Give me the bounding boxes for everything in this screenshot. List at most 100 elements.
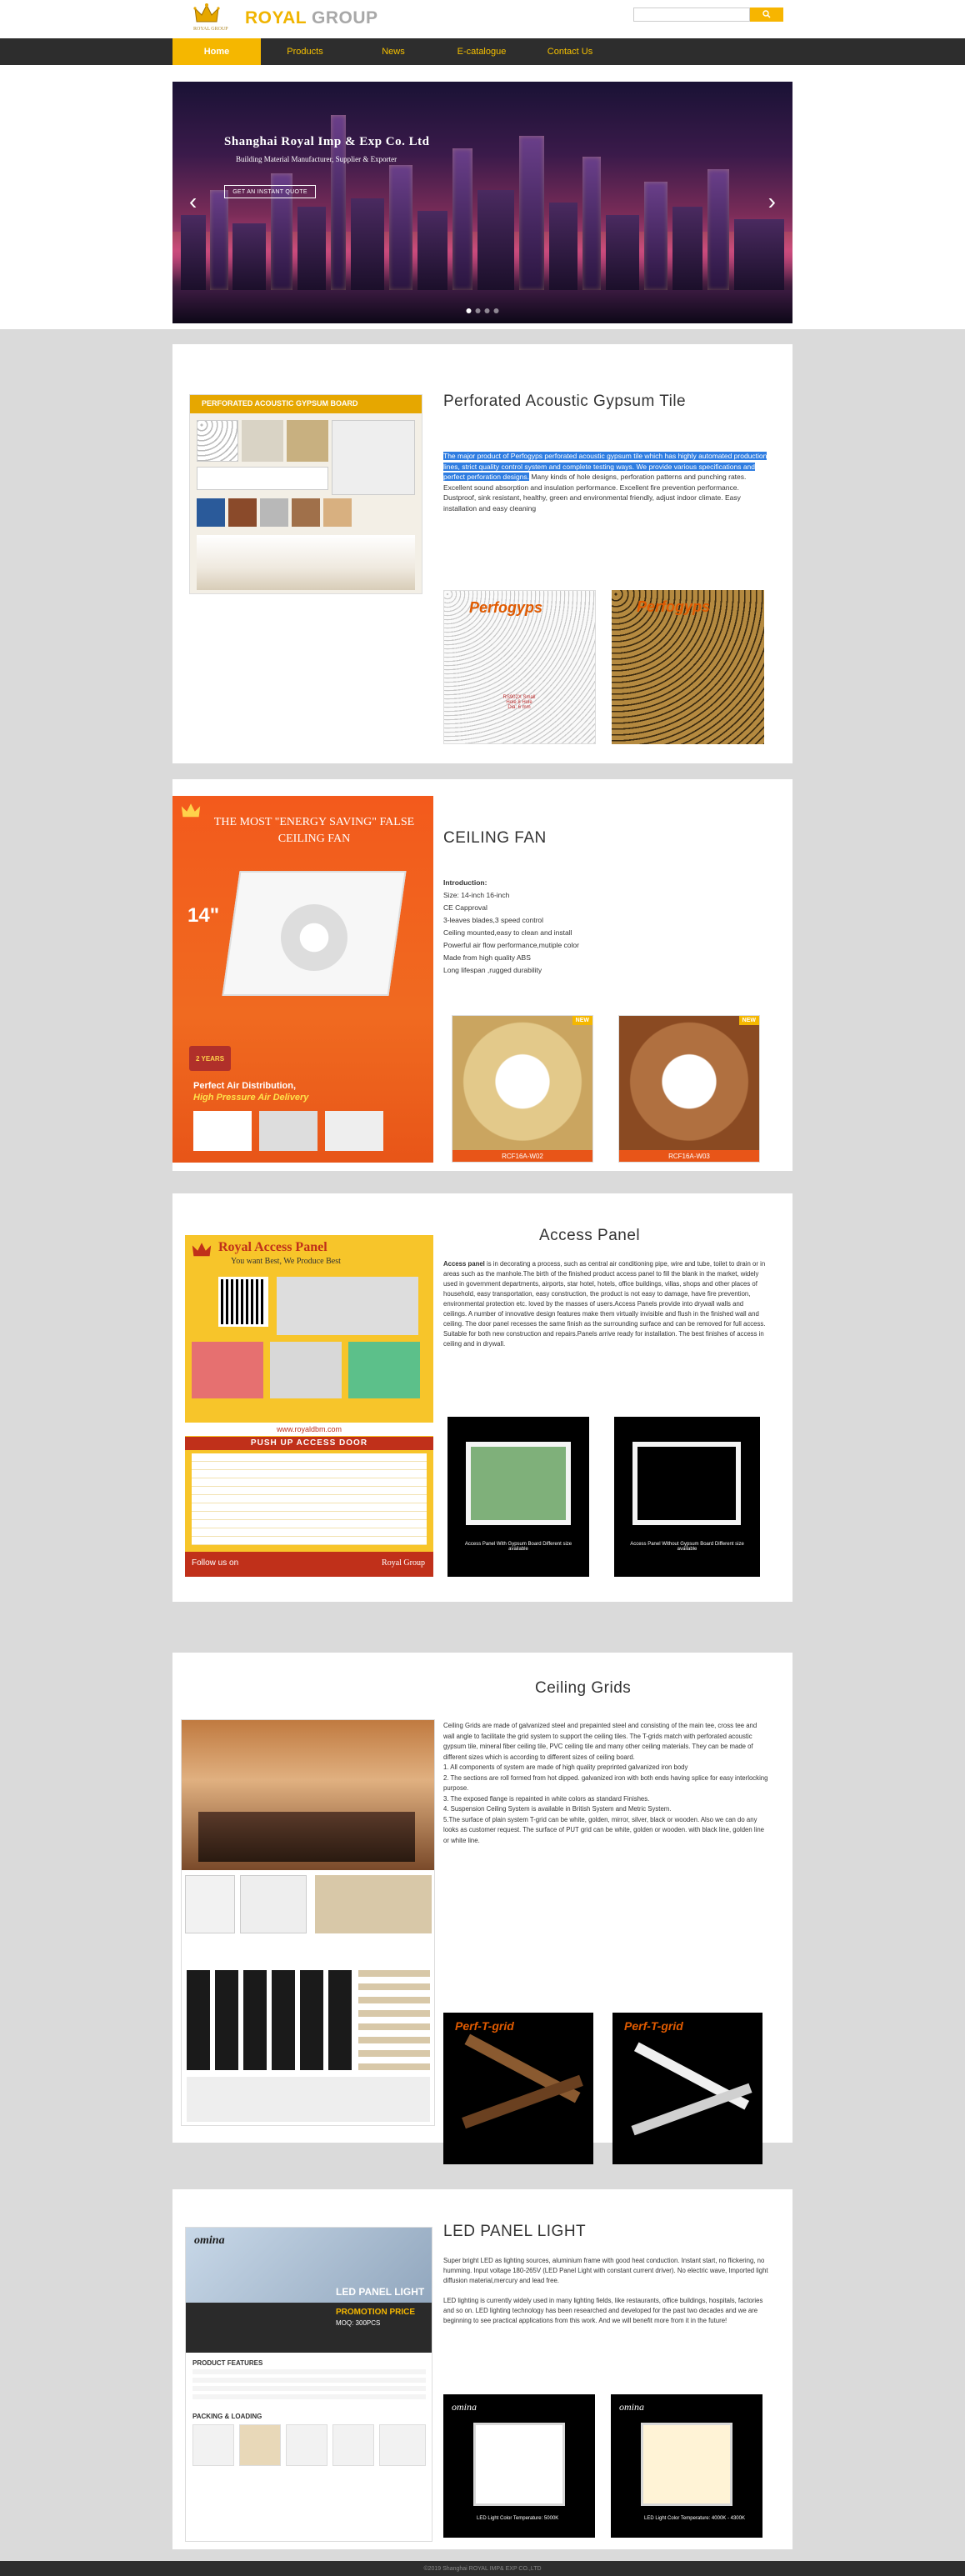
logo-wordmark: ROYAL GROUP — [245, 8, 378, 28]
new-badge: NEW — [738, 1016, 759, 1025]
fan-headline: THE MOST "ENERGY SAVING" FALSE CEILING F… — [213, 816, 415, 845]
ceiling-fan-poster-image[interactable]: THE MOST "ENERGY SAVING" FALSE CEILING F… — [172, 796, 433, 1163]
nav-products[interactable]: Products — [261, 38, 349, 65]
header: ROYAL GROUP ROYAL GROUP — [0, 0, 965, 38]
omina-logo: omina — [194, 2234, 225, 2247]
hero-banner[interactable]: Shanghai Royal Imp & Exp Co. Ltd Buildin… — [172, 82, 792, 323]
nav-e-catalogue[interactable]: E-catalogue — [438, 38, 526, 65]
skyline-building — [549, 203, 578, 290]
skyline-building — [232, 223, 266, 290]
main-nav: Home Products News E-catalogue Contact U… — [0, 38, 965, 65]
omina-logo: omina — [452, 2401, 477, 2413]
banner-title: Shanghai Royal Imp & Exp Co. Ltd — [224, 135, 430, 148]
section-access-panel: Royal Access Panel You want Best, We Pro… — [172, 1193, 792, 1602]
led-thumb-caption: LED Light Color Temperature: 4000K - 430… — [644, 2516, 745, 2521]
search-button[interactable] — [750, 8, 783, 22]
access-thumb-gypsum[interactable]: Access Panel With Gypsum Board Different… — [448, 1417, 589, 1577]
grids-thumb-wooden[interactable]: Perf-T-grid — [443, 2013, 593, 2164]
access-poster-slogan: You want Best, We Produce Best — [231, 1257, 341, 1266]
led-thumb-5000k[interactable]: omina LED Light Color Temperature: 5000K — [443, 2394, 595, 2538]
grids-title: Ceiling Grids — [535, 1679, 632, 1697]
fan-description: Introduction: Size: 14-inch 16-inch CE C… — [443, 877, 760, 977]
access-poster-follow: Follow us on — [192, 1558, 239, 1568]
section-led-panel-light: omina LED PANEL LIGHT PROMOTION PRICE MO… — [172, 2189, 792, 2549]
skyline-building — [708, 169, 729, 290]
warranty-badge: 2 YEARS — [189, 1046, 231, 1071]
perf-t-grid-logo: Perf-T-grid — [624, 2019, 683, 2033]
gypsum-poster-image[interactable]: PERFORATED ACOUSTIC GYPSUM BOARD — [189, 394, 422, 594]
gypsum-poster-heading: PERFORATED ACOUSTIC GYPSUM BOARD — [202, 399, 358, 408]
led-title: LED PANEL LIGHT — [443, 2223, 587, 2240]
search-bar — [633, 8, 783, 22]
nav-contact-us[interactable]: Contact Us — [526, 38, 614, 65]
crown-icon — [179, 801, 202, 824]
banner-subtitle: Building Material Manufacturer, Supplier… — [236, 155, 398, 163]
fan-intro-label: Introduction: — [443, 878, 488, 887]
section-ceiling-fan: THE MOST "ENERGY SAVING" FALSE CEILING F… — [172, 779, 792, 1171]
fan-spec-line: 3-leaves blades,3 speed control — [443, 916, 544, 924]
qr-code — [218, 1277, 268, 1327]
skyline-building — [519, 136, 544, 290]
skyline-building — [606, 215, 639, 290]
access-title: Access Panel — [539, 1227, 641, 1244]
new-badge: NEW — [572, 1016, 592, 1025]
fan-spec-line: Long lifespan ,rugged durability — [443, 966, 542, 974]
gypsum-thumb-brown[interactable]: Perfogyps — [612, 590, 764, 744]
access-thumb-caption: Access Panel With Gypsum Board Different… — [464, 1542, 572, 1552]
access-text: is in decorating a process, such as cent… — [443, 1260, 766, 1348]
logo-group: GROUP — [312, 8, 378, 28]
fan-size-label: 14" — [188, 904, 220, 927]
led-poster-moq: MOQ: 300PCS — [336, 2319, 381, 2327]
search-input[interactable] — [633, 8, 750, 22]
access-thumb-caption: Access Panel Without Gypsum Board Differ… — [630, 1542, 744, 1552]
instant-quote-button[interactable]: GET AN INSTANT QUOTE — [224, 185, 316, 198]
skyline-building — [644, 182, 668, 290]
slide-dot[interactable] — [466, 308, 472, 313]
slide-dot[interactable] — [493, 308, 499, 313]
led-thumb-caption: LED Light Color Temperature: 5000K — [477, 2516, 559, 2521]
access-poster-brand: Royal Group — [382, 1558, 425, 1568]
crown-icon — [190, 1240, 213, 1262]
led-poster-title: LED PANEL LIGHT — [336, 2286, 425, 2298]
ceiling-grids-poster-image[interactable] — [181, 1719, 435, 2126]
copyright-text: ©2019 Shanghai ROYAL IMP& EXP CO.,LTD — [423, 2565, 542, 2572]
slide-dot[interactable] — [475, 308, 481, 313]
fan-thumb-gold[interactable]: NEW RCF16A-W02 — [452, 1015, 593, 1163]
gypsum-description: The major product of Perfogyps perforate… — [443, 451, 768, 513]
river-water — [172, 290, 792, 323]
skyline-building — [298, 207, 326, 290]
access-poster-url: www.royaldbm.com — [185, 1423, 433, 1436]
perfogyps-logo: Perfogyps — [469, 599, 543, 616]
access-lead: Access panel — [443, 1260, 485, 1268]
led-poster-features: PRODUCT FEATURES — [192, 2359, 263, 2367]
skyline-building — [351, 198, 384, 290]
section-gypsum-tile: PERFORATED ACOUSTIC GYPSUM BOARD Perfora… — [172, 344, 792, 763]
led-panel-poster-image[interactable]: omina LED PANEL LIGHT PROMOTION PRICE MO… — [185, 2227, 432, 2542]
grids-thumb-white[interactable]: Perf-T-grid — [612, 2013, 762, 2164]
led-paragraph: Super bright LED as lighting sources, al… — [443, 2257, 768, 2284]
skyline-building — [478, 190, 514, 290]
fan-spec-line: Made from high quality ABS — [443, 953, 531, 962]
fan-title: CEILING FAN — [443, 829, 547, 847]
logo-royal: ROYAL — [245, 8, 307, 28]
fan-spec-line: Powerful air flow performance,mutiple co… — [443, 941, 579, 949]
fan-thumb-bronze[interactable]: NEW RCF16A-W03 — [618, 1015, 760, 1163]
fan-spec-line: Ceiling mounted,easy to clean and instal… — [443, 928, 572, 937]
access-thumb-no-gypsum[interactable]: Access Panel Without Gypsum Board Differ… — [614, 1417, 760, 1577]
next-slide-arrow-icon[interactable]: › — [768, 190, 776, 213]
skyline-building — [181, 215, 206, 290]
access-panel-poster-image[interactable]: Royal Access Panel You want Best, We Pro… — [185, 1235, 433, 1577]
gypsum-thumb-caption: RS902X Small Hole 8 Hole Dia: 6 mm — [502, 695, 536, 710]
grids-text-line: 1. All components of system are made of … — [443, 1763, 688, 1771]
perf-t-grid-logo: Perf-T-grid — [455, 2019, 514, 2033]
slide-dot[interactable] — [484, 308, 490, 313]
prev-slide-arrow-icon[interactable]: ‹ — [189, 190, 197, 213]
nav-home[interactable]: Home — [172, 38, 261, 65]
led-thumb-4000k[interactable]: omina LED Light Color Temperature: 4000K… — [611, 2394, 762, 2538]
logo[interactable]: ROYAL GROUP ROYAL GROUP — [193, 2, 410, 35]
fan-thumb-caption: RCF16A-W03 — [619, 1150, 759, 1162]
nav-news[interactable]: News — [349, 38, 438, 65]
skyline-building — [672, 207, 702, 290]
led-poster-promo: PROMOTION PRICE — [336, 2308, 416, 2317]
gypsum-thumb-white[interactable]: Perfogyps RS902X Small Hole 8 Hole Dia: … — [443, 590, 596, 744]
